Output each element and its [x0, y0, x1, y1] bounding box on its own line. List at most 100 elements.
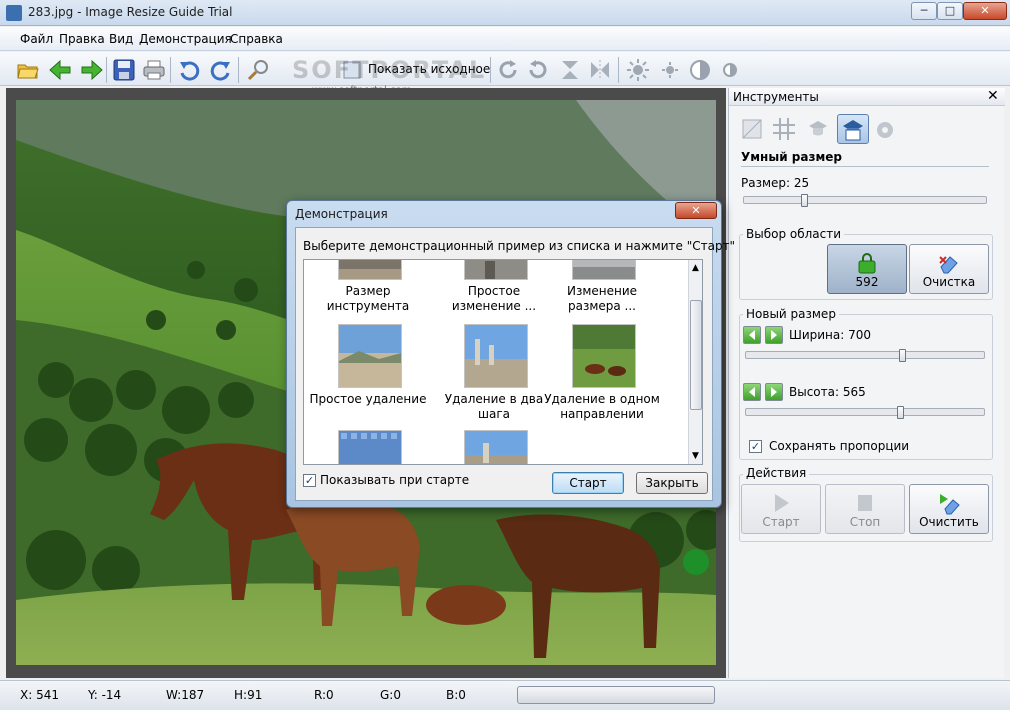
toolbar: Показать исходное	[0, 52, 1010, 86]
lock-area-button[interactable]: 592	[827, 244, 907, 294]
size-slider-track[interactable]	[743, 196, 987, 204]
dialog-close-button[interactable]: ✕	[675, 202, 717, 219]
contrast-icon[interactable]	[688, 58, 712, 82]
sample-label-line2: инструмента	[326, 299, 410, 313]
sample-label: Изменение	[566, 284, 638, 298]
dialog-close-button-bottom[interactable]: Закрыть	[636, 472, 708, 494]
sample-item[interactable]: Изменение размера ...	[542, 260, 662, 316]
tools-panel-close-button[interactable]: ✕	[987, 88, 999, 104]
flip-vertical-icon[interactable]	[558, 58, 582, 82]
sample-thumbnail	[464, 324, 528, 388]
action-stop-button[interactable]: Стоп	[825, 484, 905, 534]
width-increase-button[interactable]	[765, 326, 783, 344]
redo-icon[interactable]	[208, 58, 232, 82]
zoom-icon[interactable]	[246, 58, 270, 82]
lock-icon	[858, 253, 876, 274]
sample-label-line2: направлении	[560, 407, 644, 421]
menu-file[interactable]: Файл	[18, 32, 55, 46]
remove-object-icon[interactable]	[805, 116, 831, 142]
keep-proportions-checkbox[interactable]: ✓	[749, 440, 762, 453]
window-title: 283.jpg - Image Resize Guide Trial	[28, 5, 233, 19]
save-icon[interactable]	[112, 58, 136, 82]
sample-label-line2: размера ...	[567, 299, 636, 313]
flip-horizontal-icon[interactable]	[588, 58, 612, 82]
menu-help[interactable]: Справка	[228, 32, 285, 46]
back-arrow-icon[interactable]	[48, 58, 72, 82]
area-selection-heading: Выбор области	[743, 227, 845, 241]
tools-panel-title: Инструменты	[733, 90, 819, 104]
smart-resize-tool[interactable]	[837, 114, 869, 144]
sample-thumbnail	[464, 260, 528, 280]
sample-label-line2: шага	[478, 407, 510, 421]
maximize-button[interactable]: □	[937, 2, 963, 20]
sample-label: Размер	[345, 284, 391, 298]
keep-proportions-label: Сохранять пропорции	[769, 439, 910, 453]
undo-icon[interactable]	[178, 58, 202, 82]
action-clear-button[interactable]: Очистить	[909, 484, 989, 534]
samples-list[interactable]: Размер инструмента Простое изменение ...…	[303, 259, 703, 465]
height-slider-track[interactable]	[745, 408, 985, 416]
sample-thumbnail	[338, 324, 402, 388]
sample-item[interactable]: Размер инструмента	[308, 260, 428, 316]
height-decrease-button[interactable]	[743, 383, 761, 401]
height-slider-thumb[interactable]	[897, 406, 904, 419]
height-increase-button[interactable]	[765, 383, 783, 401]
status-w: W:187	[166, 688, 205, 702]
dialog-start-button[interactable]: Старт	[552, 472, 624, 494]
width-decrease-button[interactable]	[743, 326, 761, 344]
action-start-button[interactable]: Старт	[741, 484, 821, 534]
sample-thumbnail	[572, 260, 636, 280]
sample-label-line2: изменение ...	[451, 299, 537, 313]
status-x: X: 541	[20, 688, 59, 702]
contrast-small-icon[interactable]	[718, 58, 742, 82]
sample-thumbnail	[338, 430, 402, 464]
scroll-down-icon[interactable]: ▼	[692, 451, 699, 461]
crop-icon[interactable]	[739, 116, 765, 142]
menu-bar: Файл Правка Вид Демонстрация Справка	[0, 27, 1010, 51]
toolbar-separator	[170, 57, 171, 83]
stop-icon	[858, 495, 872, 511]
sample-label: Удаление в два	[444, 392, 544, 406]
eraser-icon	[939, 256, 958, 274]
area-clear-button[interactable]: Очистка	[909, 244, 989, 294]
scroll-up-icon[interactable]: ▲	[692, 263, 699, 273]
sample-item[interactable]: Простое изменение ...	[434, 260, 554, 316]
grid-icon[interactable]	[771, 116, 797, 142]
status-r: R:0	[314, 688, 334, 702]
sample-item[interactable]: Простое удаление	[308, 324, 428, 424]
samples-scrollbar[interactable]: ▲ ▼	[688, 260, 702, 464]
toolbar-separator	[490, 57, 491, 83]
toolbar-separator	[106, 57, 107, 83]
menu-edit[interactable]: Правка	[57, 32, 107, 46]
action-stop-label: Стоп	[849, 515, 881, 529]
width-slider-track[interactable]	[745, 351, 985, 359]
rotate-ccw-icon[interactable]	[526, 58, 550, 82]
status-g: G:0	[380, 688, 401, 702]
sample-item[interactable]: Удаление в два шага	[434, 324, 554, 424]
menu-view[interactable]: Вид	[107, 32, 135, 46]
rotate-cw-icon[interactable]	[496, 58, 520, 82]
show-on-start-checkbox[interactable]: ✓	[303, 474, 316, 487]
dialog-title: Демонстрация	[295, 207, 388, 221]
scroll-thumb[interactable]	[690, 300, 702, 410]
brightness-small-icon[interactable]	[658, 58, 682, 82]
forward-arrow-icon[interactable]	[80, 58, 104, 82]
sample-item[interactable]	[434, 430, 554, 464]
brightness-icon[interactable]	[626, 58, 650, 82]
clear-icon	[940, 494, 960, 515]
open-folder-icon[interactable]	[16, 58, 40, 82]
show-on-start-label: Показывать при старте	[320, 473, 470, 487]
area-clear-label: Очистка	[922, 275, 976, 289]
width-slider-thumb[interactable]	[899, 349, 906, 362]
menu-demo[interactable]: Демонстрация	[137, 32, 234, 46]
toolbar-separator	[238, 57, 239, 83]
tools-panel-header: Инструменты ✕	[729, 88, 1005, 106]
sample-item[interactable]: Удаление в одном направлении	[542, 324, 662, 424]
print-icon[interactable]	[142, 58, 166, 82]
sample-item[interactable]	[308, 430, 428, 464]
actions-heading: Действия	[743, 466, 810, 480]
size-slider-thumb[interactable]	[801, 194, 808, 207]
settings-gear-icon[interactable]	[871, 116, 897, 142]
close-window-button[interactable]: ✕	[963, 2, 1007, 20]
minimize-button[interactable]: ─	[911, 2, 937, 20]
